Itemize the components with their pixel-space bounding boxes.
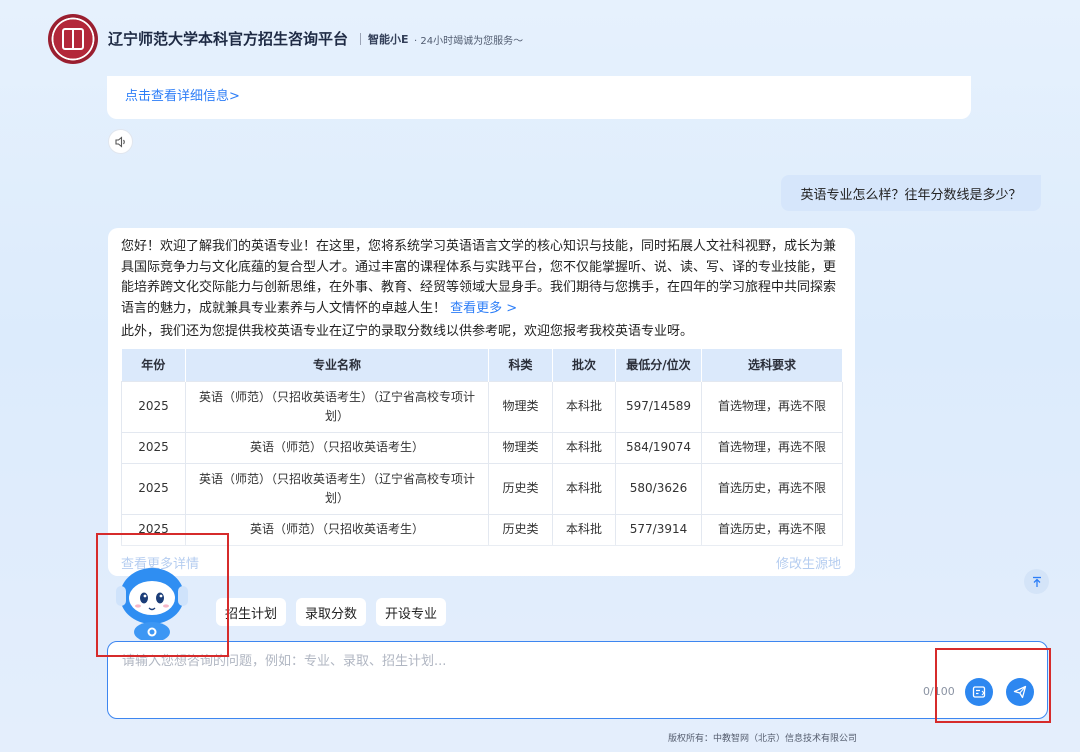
table-cell: 本科批 xyxy=(552,431,616,464)
table-header-row: 年份 专业名称 科类 批次 最低分/位次 选科要求 xyxy=(121,349,843,381)
table-cell: 2025 xyxy=(121,380,186,433)
table-header-cell: 批次 xyxy=(552,349,616,381)
table-row: 2025 英语（师范）（只招收英语考生）（辽宁省高校专项计划） 物理类 本科批 … xyxy=(121,380,843,433)
table-cell: 584/19074 xyxy=(615,431,702,464)
assistant-name: 智能小E xyxy=(368,33,409,46)
arrow-up-icon xyxy=(1032,576,1041,587)
admission-score-table: 年份 专业名称 科类 批次 最低分/位次 选科要求 2025 英语（师范）（只招… xyxy=(121,349,843,546)
chip-admission-scores[interactable]: 录取分数 xyxy=(296,598,367,626)
user-message-text: 英语专业怎么样？往年分数线是多少？ xyxy=(800,187,1022,203)
table-cell: 2025 xyxy=(121,462,186,515)
header-tagline: · 24小时竭诚为您服务～ xyxy=(414,36,524,47)
chat-input[interactable] xyxy=(122,650,902,676)
user-message-bubble: 英语专业怎么样？往年分数线是多少？ xyxy=(781,175,1041,211)
chip-majors[interactable]: 开设专业 xyxy=(376,598,447,626)
previous-message-card: 点击查看详细信息> xyxy=(107,76,971,119)
table-row: 2025 英语（师范）（只招收英语考生）（辽宁省高校专项计划） 历史类 本科批 … xyxy=(121,462,843,515)
highlight-box-robot xyxy=(96,533,229,657)
table-cell: 580/3626 xyxy=(615,462,702,515)
table-header-cell: 最低分/位次 xyxy=(615,349,702,381)
answer-intro: 您好！欢迎了解我们的英语专业！在这里，您将系统学习英语语言文学的核心知识与技能，… xyxy=(121,237,843,319)
table-header-cell: 科类 xyxy=(488,349,553,381)
header-divider xyxy=(360,33,361,45)
table-cell: 历史类 xyxy=(488,462,553,515)
scroll-top-button[interactable] xyxy=(1024,569,1049,594)
quick-question-chips: 招生计划 录取分数 开设专业 xyxy=(216,598,447,626)
assistant-answer-card: 您好！欢迎了解我们的英语专业！在这里，您将系统学习英语语言文学的核心知识与技能，… xyxy=(108,228,855,576)
table-cell: 物理类 xyxy=(488,431,553,464)
table-row: 2025 英语（师范）（只招收英语考生） 物理类 本科批 584/19074 首… xyxy=(121,431,843,464)
app-title: 辽宁师范大学本科官方招生咨询平台 xyxy=(108,30,349,48)
table-cell: 首选物理，再选不限 xyxy=(701,431,843,464)
table-cell: 2025 xyxy=(121,431,186,464)
chat-input-box: 0/100 xyxy=(107,641,1048,719)
change-source-link[interactable]: 修改生源地 xyxy=(776,553,841,572)
table-cell: 英语（师范）（只招收英语考生） xyxy=(185,431,489,464)
table-header-cell: 专业名称 xyxy=(185,349,489,381)
table-cell: 英语（师范）（只招收英语考生）（辽宁省高校专项计划） xyxy=(185,380,489,433)
table-cell: 本科批 xyxy=(552,462,616,515)
copyright-footer: 版权所有：中教智网（北京）信息技术有限公司 xyxy=(668,734,858,744)
table-header-cell: 选科要求 xyxy=(701,349,843,381)
highlight-box-input-buttons xyxy=(935,648,1051,723)
table-cell: 597/14589 xyxy=(615,380,702,433)
answer-outro: 此外，我们还为您提供我校英语专业在辽宁的录取分数线以供参考呢，欢迎您报考我校英语… xyxy=(121,324,694,339)
header: 辽宁师范大学本科官方招生咨询平台 智能小E · 24小时竭诚为您服务～ xyxy=(0,0,1080,74)
detail-link[interactable]: 点击查看详细信息> xyxy=(125,85,240,104)
speaker-icon[interactable] xyxy=(108,129,133,154)
see-more-link[interactable]: 查看更多 > xyxy=(450,301,517,316)
table-cell: 物理类 xyxy=(488,380,553,433)
table-cell: 首选历史，再选不限 xyxy=(701,462,843,515)
table-cell: 本科批 xyxy=(552,380,616,433)
table-cell: 首选物理，再选不限 xyxy=(701,380,843,433)
university-logo xyxy=(48,14,98,64)
table-cell: 英语（师范）（只招收英语考生）（辽宁省高校专项计划） xyxy=(185,462,489,515)
table-header-cell: 年份 xyxy=(121,349,186,381)
